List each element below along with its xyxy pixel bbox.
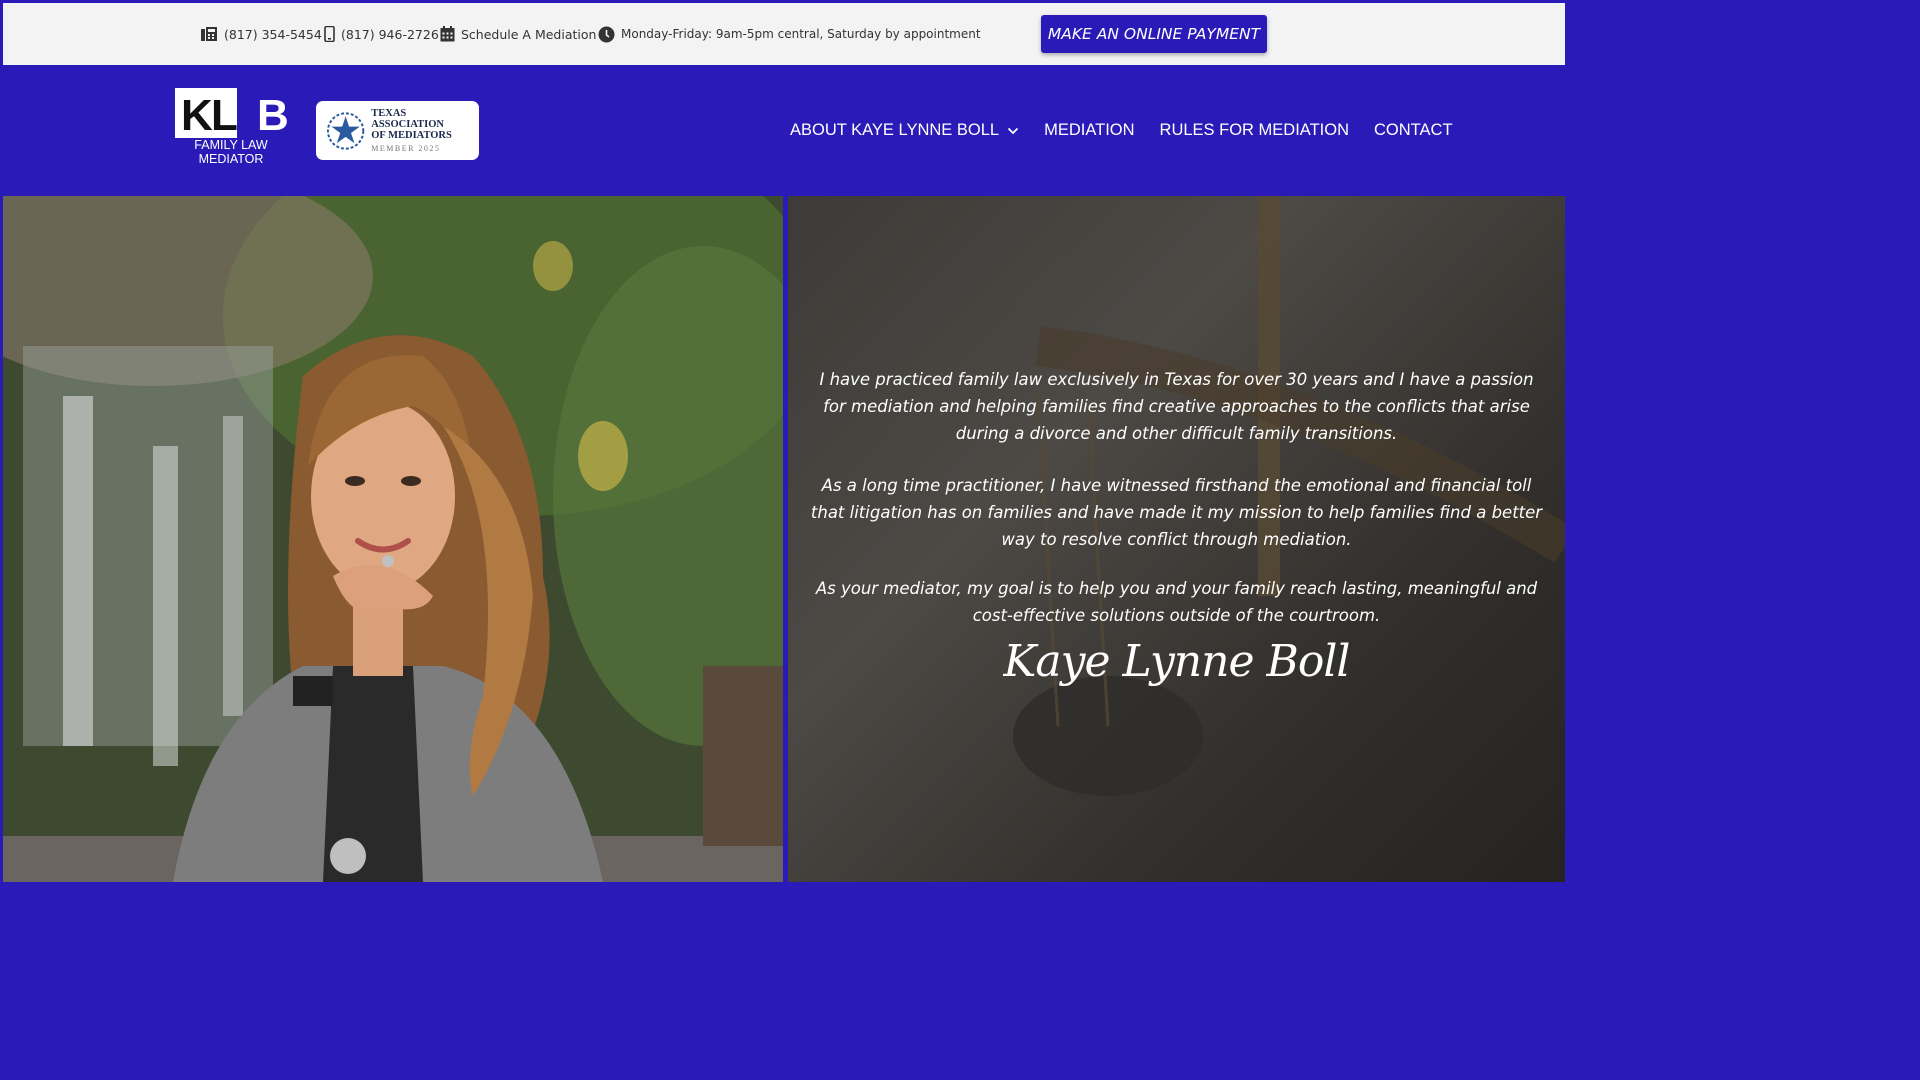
mediator-portrait-photo	[3, 196, 783, 882]
badge-line-3: MEMBER 2025	[371, 143, 441, 153]
nav-item-contact[interactable]: CONTACT	[1374, 121, 1453, 140]
klb-logo-mark: K L B	[175, 88, 289, 140]
logo-subtitle: FAMILY LAW MEDIATOR	[175, 138, 287, 166]
top-bar: (817) 354-5454 (817) 946-2726 Schedule A	[3, 3, 1565, 65]
schedule-mediation-text: Schedule A Mediation	[461, 26, 597, 42]
about-paragraph-2: As a long time practitioner, I have witn…	[810, 476, 1543, 549]
svg-text:K: K	[181, 91, 213, 138]
schedule-mediation-link[interactable]: Schedule A Mediation	[440, 3, 596, 65]
portrait-illustration	[3, 196, 783, 882]
page: (817) 354-5454 (817) 946-2726 Schedule A	[0, 0, 1568, 882]
hours-line-2: Saturday by appointment	[827, 27, 981, 41]
mobile-phone-text: (817) 946-2726	[341, 26, 439, 42]
hours-text: Monday-Friday: 9am-5pm central, Saturday…	[621, 28, 981, 40]
nav-item-about[interactable]: ABOUT KAYE LYNNE BOLL	[790, 121, 1019, 140]
svg-text:L: L	[211, 91, 238, 138]
site-header: K L B FAMILY LAW MEDIATOR TEXAS ASSOCIAT…	[0, 65, 1568, 196]
about-quote-panel: I have practiced family law exclusively …	[788, 196, 1565, 882]
about-paragraph-1: I have practiced family law exclusively …	[819, 370, 1534, 443]
svg-text:B: B	[257, 91, 287, 138]
texas-association-of-mediators-badge[interactable]: TEXAS ASSOCIATION OF MEDIATORS MEMBER 20…	[316, 101, 479, 160]
logo-subtitle-line-1: FAMILY LAW	[194, 138, 268, 152]
make-online-payment-button[interactable]: MAKE AN ONLINE PAYMENT	[1041, 15, 1267, 53]
fax-phone-icon	[201, 27, 217, 41]
chevron-down-icon	[1007, 127, 1019, 134]
nav-item-rules-for-mediation[interactable]: RULES FOR MEDIATION	[1160, 121, 1349, 140]
signature: Kaye Lynne Boll	[1003, 636, 1351, 687]
about-paragraph-3: As your mediator, my goal is to help you…	[815, 579, 1538, 625]
nav-item-about-label: ABOUT KAYE LYNNE BOLL	[790, 121, 1000, 139]
nav-item-mediation[interactable]: MEDIATION	[1044, 121, 1134, 140]
klb-logo[interactable]: K L B FAMILY LAW MEDIATOR	[175, 88, 289, 168]
office-hours: Monday-Friday: 9am-5pm central, Saturday…	[598, 3, 981, 65]
mobile-phone-link[interactable]: (817) 946-2726	[324, 3, 439, 65]
office-phone-link[interactable]: (817) 354-5454	[200, 3, 322, 65]
clock-icon	[598, 26, 615, 42]
mobile-phone-icon	[324, 26, 335, 42]
hours-line-1: Monday-Friday: 9am-5pm central,	[621, 27, 824, 41]
calendar-icon	[440, 26, 455, 42]
badge-line-2: OF MEDIATORS	[371, 129, 452, 141]
logo-subtitle-line-2: MEDIATOR	[198, 152, 264, 166]
star-seal-icon	[326, 111, 365, 150]
badge-text: TEXAS ASSOCIATION OF MEDIATORS MEMBER 20…	[371, 108, 479, 154]
badge-line-1: TEXAS ASSOCIATION	[371, 107, 444, 130]
office-phone-text: (817) 354-5454	[224, 26, 322, 42]
main-nav: ABOUT KAYE LYNNE BOLL MEDIATION RULES FO…	[790, 65, 1453, 196]
